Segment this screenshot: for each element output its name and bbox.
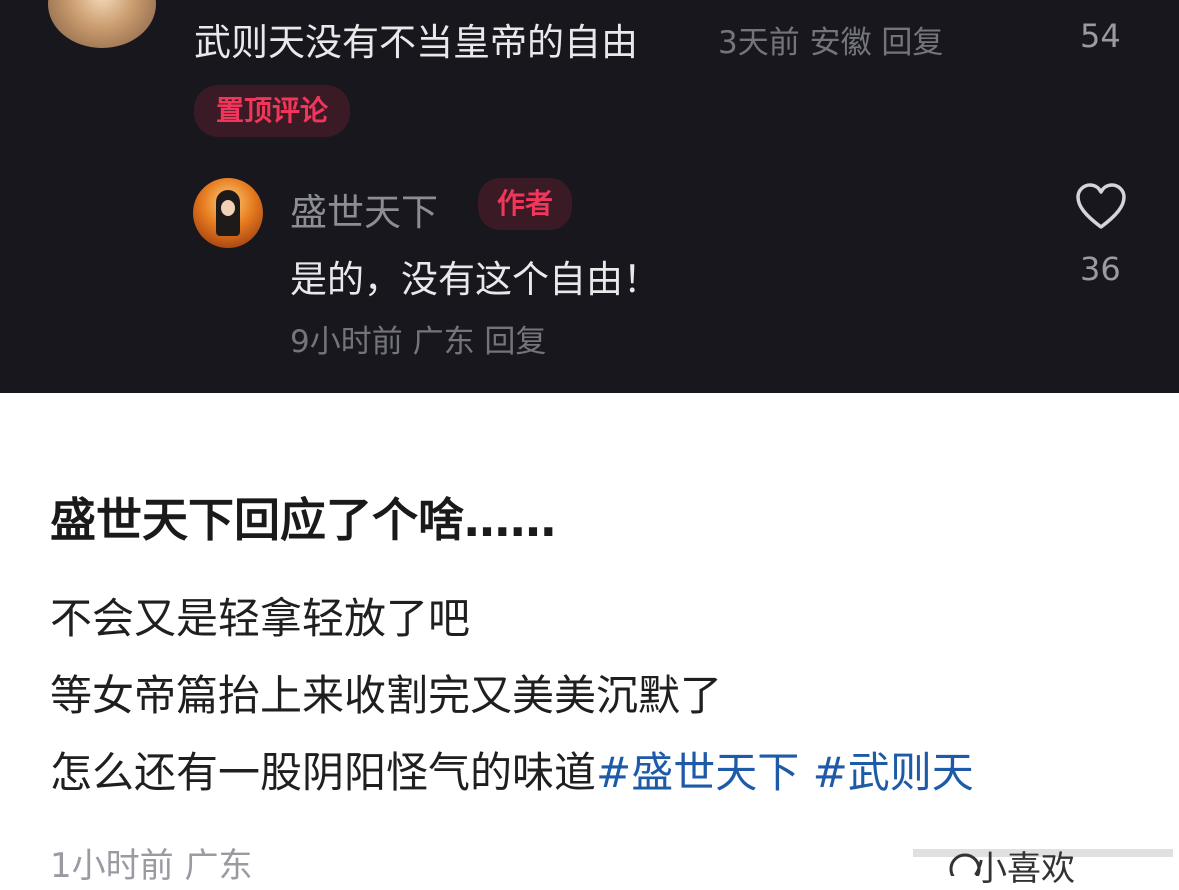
post-meta: 1小时前 广东 [50,846,253,886]
post-line-2: 等女帝篇抬上来收割完又美美沉默了 [50,671,723,720]
comment-text: 武则天没有不当皇帝的自由 [194,21,638,64]
like-heart-icon[interactable] [1075,182,1127,230]
hashtag-2[interactable]: #武则天 [813,748,974,797]
hashtag-1[interactable]: #盛世天下 [596,748,799,797]
post-line-1: 不会又是轻拿轻放了吧 [50,594,471,643]
post-line-3-text: 怎么还有一股阴阳怪气的味道 [50,748,597,797]
reply-like-count: 36 [1080,250,1121,288]
post-line-3: 怎么还有一股阴阳怪气的味道#盛世天下 #武则天 [50,739,974,800]
commenter-avatar[interactable] [48,0,156,48]
comment-meta[interactable]: 3天前 安徽 回复 [718,17,943,62]
watermark: 小喜欢 [905,825,1179,889]
reply-meta[interactable]: 9小时前 广东 回复 [290,316,546,361]
reply-username[interactable]: 盛世天下 [290,182,438,236]
comment-like-count: 54 [1080,17,1121,55]
author-badge: 作者 [478,178,572,230]
watermark-text: 小喜欢 [973,849,1075,889]
comment-section: 武则天没有不当皇帝的自由 3天前 安徽 回复 54 置顶评论 盛世天下 作者 是… [0,0,1179,393]
author-avatar[interactable] [193,178,263,248]
reply-text: 是的，没有这个自由！ [290,258,660,301]
post-title: 盛世天下回应了个啥…… [50,493,556,547]
pinned-comment-badge: 置顶评论 [194,85,350,137]
